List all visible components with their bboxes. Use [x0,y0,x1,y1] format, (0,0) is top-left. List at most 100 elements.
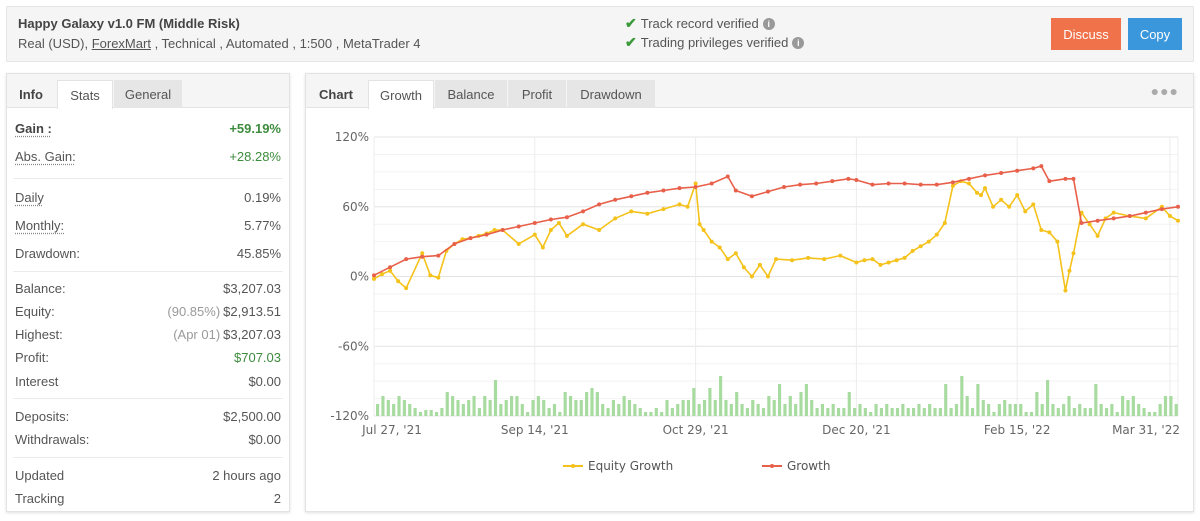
volume-bar [649,412,653,416]
stat-label[interactable]: Monthly: [15,218,64,233]
tab-general[interactable]: General [114,80,182,108]
x-tick-label: Jul 27, '21 [361,423,422,437]
equity-growth-point [942,221,947,226]
volume-bar [654,408,658,416]
stat-withdrawals: Withdrawals: $0.00 [15,429,281,449]
equity-growth-point [420,251,425,256]
divider [13,457,283,458]
equity-growth-point [1047,230,1052,235]
volume-bar [595,392,599,416]
growth-point [436,253,441,258]
volume-bar [761,408,766,416]
volume-bar [869,412,873,416]
equity-growth-point [910,248,915,253]
growth-point [1095,218,1100,223]
growth-point [918,182,923,187]
volume-bar [1169,396,1173,416]
discuss-button[interactable]: Discuss [1051,18,1121,50]
copy-button[interactable]: Copy [1128,18,1182,50]
volume-bar [1067,396,1071,416]
volume-bar [408,404,412,416]
stat-label[interactable]: Daily [15,190,44,205]
volume-bar [906,408,910,416]
stat-label: Drawdown: [15,245,81,261]
equity-growth-point [404,286,409,291]
volume-bar [702,400,707,416]
equity-growth-point [556,221,561,226]
growth-point [999,171,1004,176]
stat-label: Interest [15,373,59,389]
legend-equity-growth[interactable]: Equity Growth [588,459,673,473]
stat-value-group: (Apr 01) $3,207.03 [173,327,281,342]
stat-label: Equity: [15,303,55,319]
volume-bar [477,408,481,416]
volume-bar [617,404,621,416]
growth-point [1063,176,1068,181]
volume-bar [611,400,615,416]
growth-point [532,221,537,226]
equity-growth-point [765,274,770,279]
legend-growth[interactable]: Growth [787,459,830,473]
volume-bar [493,380,498,416]
divider [13,271,283,272]
equity-growth-point [436,275,441,280]
growth-chart: 120% 60% 0% -60% -120% Jul 27, '21 Sep 14, '2… [330,130,1180,473]
volume-bar [585,392,589,416]
growth-point [564,215,569,220]
check-icon: ✔ [625,34,637,50]
volume-bar [1035,392,1039,416]
volume-bar [874,404,878,416]
tab-stats[interactable]: Stats [57,80,113,109]
volume-bar [456,400,460,416]
volume-bar [461,404,465,416]
divider [13,178,283,179]
volume-bar [853,408,857,416]
volume-bar [376,404,380,416]
volume-bar [1083,408,1087,416]
equity-growth-point [790,258,795,263]
broker-link[interactable]: ForexMart [92,36,151,51]
info-icon[interactable]: i [792,36,805,49]
volume-bar [1163,396,1168,416]
volume-bar [970,408,975,416]
volume-bar [686,400,691,416]
equity-growth-point [1067,268,1072,273]
equity-growth-point [838,253,843,258]
stat-label[interactable]: Abs. Gain: [15,149,76,164]
equity-growth-point [741,265,746,270]
volume-bar [1094,384,1098,416]
stat-value: 2 [273,490,281,506]
growth-point [597,202,602,207]
volume-bar [842,408,846,416]
stat-label: Tracking [15,490,65,506]
stat-label: Balance: [15,280,66,296]
y-tick-label: 60% [342,200,369,214]
volume-bar [1174,404,1178,416]
volume-bar [708,388,712,416]
stat-monthly: Monthly: 5.77% [15,215,281,235]
volume-bar [810,400,814,416]
stat-value: 5.77% [244,217,281,233]
stat-gain: Gain : +59.19% [15,118,281,138]
volume-bar [863,408,867,416]
equity-growth-point [894,258,899,263]
equity-growth-point [396,279,401,284]
growth-point [677,186,682,191]
stat-abs-gain: Abs. Gain: +28.28% [15,146,281,166]
growth-point [661,188,666,193]
volume-bar [1121,396,1125,416]
volume-bar [520,404,524,416]
equity-growth-point [388,268,393,273]
info-icon[interactable]: i [762,17,775,30]
verify-label: Trading privileges verified [640,35,789,50]
volume-bar [542,400,546,416]
volume-bar [622,396,626,416]
growth-point [749,194,754,199]
stat-value: $0.00 [248,373,281,389]
volume-bar [638,408,642,416]
volume-bar [1040,404,1044,416]
stat-label[interactable]: Gain : [15,121,52,136]
tab-info[interactable]: Info [7,80,55,108]
equity-growth-point [1095,233,1100,238]
volume-bar [515,396,519,416]
